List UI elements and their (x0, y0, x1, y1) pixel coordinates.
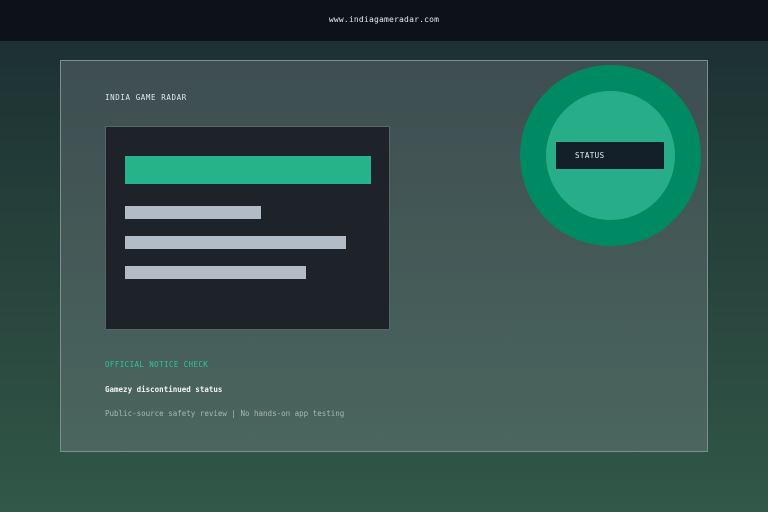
preview-text-line (125, 236, 346, 249)
preview-accent-bar (125, 156, 371, 184)
site-url: www.indiagameradar.com (328, 15, 440, 24)
notice-label: OFFICIAL NOTICE CHECK (105, 360, 209, 369)
preview-illustration (105, 126, 390, 330)
status-badge: STATUS (556, 142, 664, 169)
meta-line: Public-source safety review | No hands-o… (105, 409, 345, 418)
top-bar: www.indiagameradar.com (0, 0, 768, 41)
headline: Gamezy discontinued status (105, 385, 223, 394)
brand-label: INDIA GAME RADAR (105, 93, 187, 102)
status-badge-outer-circle: STATUS (520, 65, 701, 246)
preview-text-line (125, 266, 306, 279)
preview-text-line (125, 206, 261, 219)
